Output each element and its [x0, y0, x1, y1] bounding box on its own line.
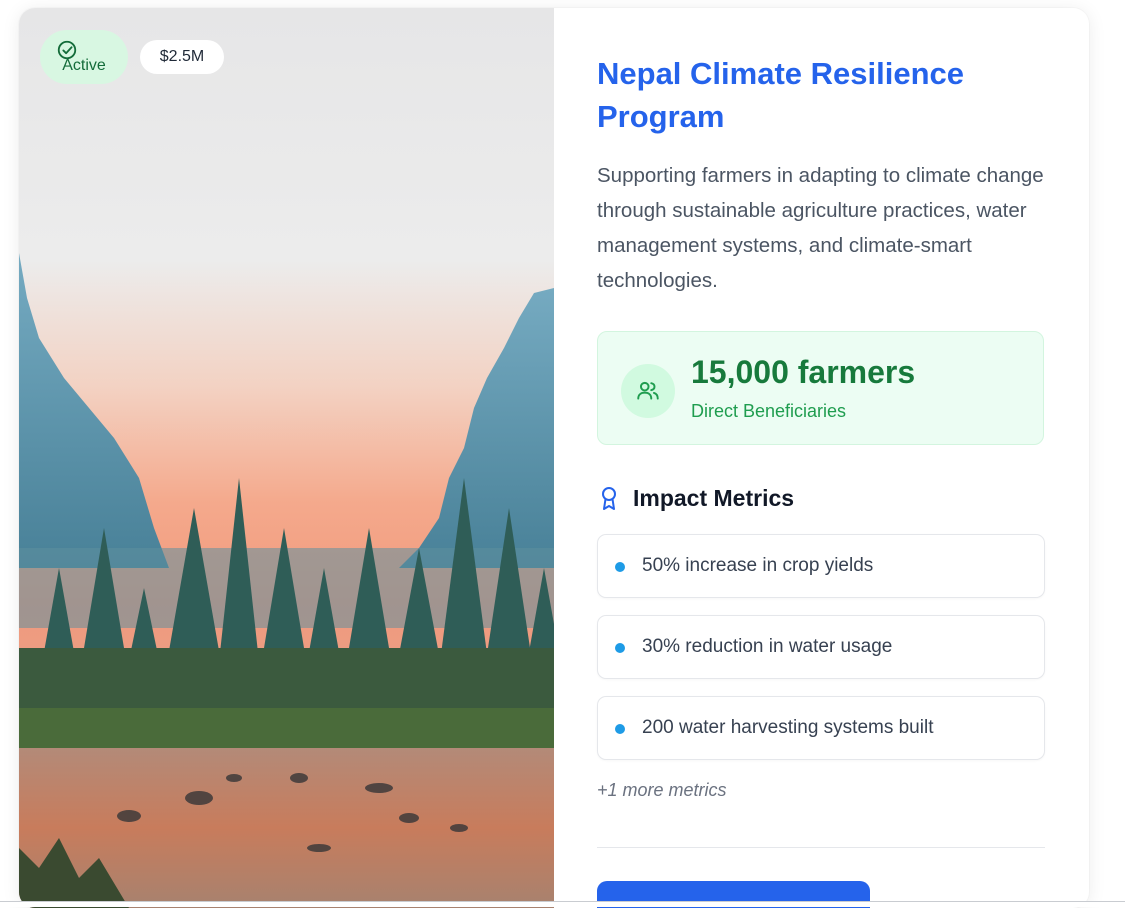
beneficiaries-panel: 15,000 farmers Direct Beneficiaries	[597, 331, 1044, 445]
beneficiaries-label: Direct Beneficiaries	[691, 401, 847, 421]
metric-item: 50% increase in crop yields	[597, 534, 1045, 598]
metric-text: 200 water harvesting systems built	[642, 717, 934, 738]
impact-metrics-heading: Impact Metrics	[633, 484, 795, 511]
dot-icon	[615, 724, 625, 734]
award-icon	[602, 487, 616, 510]
dot-icon	[615, 562, 625, 572]
metric-item: 200 water harvesting systems built	[597, 696, 1045, 760]
landscape-illustration	[19, 8, 554, 908]
budget-badge: $2.5M	[140, 40, 224, 74]
impact-metrics-header: Impact Metrics	[597, 483, 794, 513]
more-metrics-link[interactable]: +1 more metrics	[597, 780, 727, 801]
metric-text: 30% reduction in water usage	[642, 636, 893, 657]
divider	[597, 847, 1045, 848]
metric-text: 50% increase in crop yields	[642, 555, 874, 576]
users-icon	[621, 364, 675, 418]
project-card: Active $2.5M Nepal Climate Resilience Pr…	[19, 8, 1089, 908]
project-image: Active $2.5M	[19, 8, 554, 908]
status-badge: Active	[40, 30, 128, 84]
project-description: Supporting farmers in adapting to climat…	[597, 164, 1044, 292]
project-title: Nepal Climate Resilience Program	[597, 56, 964, 134]
status-label: Active	[62, 57, 106, 74]
dot-icon	[615, 643, 625, 653]
beneficiaries-value: 15,000 farmers	[691, 354, 916, 390]
metric-item: 30% reduction in water usage	[597, 615, 1045, 679]
viewport-bottom-edge	[0, 901, 1125, 907]
